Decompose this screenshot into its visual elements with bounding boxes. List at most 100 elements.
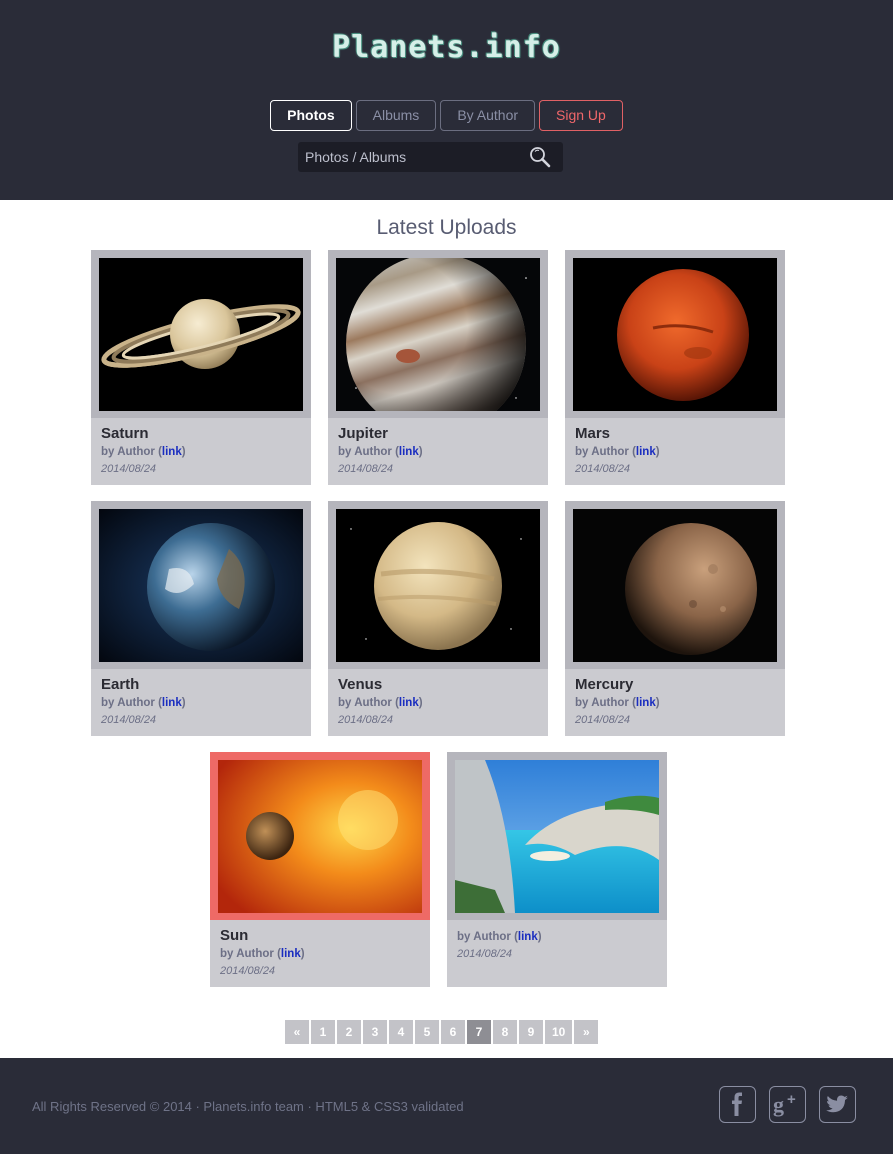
facebook-icon[interactable] <box>719 1086 756 1123</box>
google-plus-icon[interactable]: g + <box>769 1086 806 1123</box>
photo-frame <box>91 250 311 418</box>
photo-author: by Author (link) <box>338 446 423 458</box>
author-text[interactable]: by Author ( <box>457 931 518 943</box>
page-5-button[interactable]: 5 <box>415 1020 439 1044</box>
photo-title[interactable]: Sun <box>220 927 248 944</box>
search-box <box>298 142 563 172</box>
photo-frame <box>91 501 311 669</box>
photo-author: by Author (link) <box>220 948 305 960</box>
author-text[interactable]: by Author ( <box>220 948 281 960</box>
photo-date: 2014/08/24 <box>457 948 513 960</box>
author-text[interactable]: by Author ( <box>575 697 636 709</box>
photo-frame <box>210 752 430 920</box>
nav-by-author-button[interactable]: By Author <box>440 100 536 131</box>
author-link[interactable]: link <box>399 446 419 458</box>
photo-title[interactable]: Mercury <box>575 676 633 693</box>
nav-photos-button[interactable]: Photos <box>270 100 352 131</box>
author-link[interactable]: link <box>399 697 419 709</box>
photo-title[interactable]: Venus <box>338 676 382 693</box>
nav-albums-button[interactable]: Albums <box>355 100 437 131</box>
photo-date: 2014/08/24 <box>338 463 394 475</box>
author-suffix: ) <box>418 446 423 458</box>
photo-card-mercury[interactable]: Mercury by Author (link) 2014/08/24 <box>565 501 785 736</box>
photo-card-jupiter[interactable]: Jupiter by Author (link) 2014/08/24 <box>328 250 548 485</box>
photo-frame <box>565 250 785 418</box>
photo-frame <box>328 250 548 418</box>
photo-frame <box>328 501 548 669</box>
photo-author: by Author (link) <box>101 697 186 709</box>
author-link[interactable]: link <box>162 697 182 709</box>
photo-frame <box>447 752 667 920</box>
photo-card-saturn[interactable]: Saturn by Author (link) 2014/08/24 <box>91 250 311 485</box>
author-suffix: ) <box>418 697 423 709</box>
photo-author: by Author (link) <box>457 931 542 943</box>
photo-author: by Author (link) <box>338 697 423 709</box>
photo-date: 2014/08/24 <box>101 463 157 475</box>
photo-frame <box>565 501 785 669</box>
site-logo[interactable]: Planets.info <box>0 30 893 65</box>
author-link[interactable]: link <box>162 446 182 458</box>
photo-date: 2014/08/24 <box>220 965 276 977</box>
page-10-button[interactable]: 10 <box>545 1020 573 1044</box>
photo-card-mars[interactable]: Mars by Author (link) 2014/08/24 <box>565 250 785 485</box>
page-1-button[interactable]: 1 <box>311 1020 335 1044</box>
photo-author: by Author (link) <box>101 446 186 458</box>
photo-card-sun[interactable]: Sun by Author (link) 2014/08/24 <box>210 752 430 987</box>
author-link[interactable]: link <box>518 931 538 943</box>
photo-author: by Author (link) <box>575 446 660 458</box>
mars-image[interactable] <box>573 258 777 411</box>
saturn-image[interactable] <box>99 258 303 411</box>
mercury-image[interactable] <box>573 509 777 662</box>
author-suffix: ) <box>537 931 542 943</box>
site-header: Planets.info Photos Albums By Author Sig… <box>0 0 893 200</box>
author-link[interactable]: link <box>636 697 656 709</box>
photo-date: 2014/08/24 <box>575 714 631 726</box>
page-7-button-current[interactable]: 7 <box>467 1020 491 1044</box>
sun-image[interactable] <box>218 760 422 913</box>
page-title: Latest Uploads <box>376 216 517 239</box>
page-6-button[interactable]: 6 <box>441 1020 465 1044</box>
author-suffix: ) <box>655 697 660 709</box>
svg-text:g: g <box>773 1092 784 1117</box>
photo-title[interactable]: Saturn <box>101 425 149 442</box>
jupiter-image[interactable] <box>336 258 540 411</box>
author-text[interactable]: by Author ( <box>575 446 636 458</box>
author-text[interactable]: by Author ( <box>338 446 399 458</box>
svg-text:+: + <box>787 1091 796 1108</box>
search-input[interactable] <box>305 147 520 167</box>
author-link[interactable]: link <box>636 446 656 458</box>
page-prev-button[interactable]: « <box>285 1020 309 1044</box>
search-icon[interactable] <box>528 145 552 169</box>
beach-image[interactable] <box>455 760 659 913</box>
author-text[interactable]: by Author ( <box>101 697 162 709</box>
page-9-button[interactable]: 9 <box>519 1020 543 1044</box>
pagination: « 1 2 3 4 5 6 7 8 9 10 » <box>285 1020 600 1044</box>
photo-title[interactable]: Earth <box>101 676 139 693</box>
site-footer: All Rights Reserved © 2014 · Planets.inf… <box>0 1058 893 1154</box>
author-text[interactable]: by Author ( <box>338 697 399 709</box>
page-2-button[interactable]: 2 <box>337 1020 361 1044</box>
photo-author: by Author (link) <box>575 697 660 709</box>
page-next-button[interactable]: » <box>574 1020 599 1044</box>
photo-card-beach[interactable]: by Author (link) 2014/08/24 <box>447 752 667 987</box>
author-text[interactable]: by Author ( <box>101 446 162 458</box>
venus-image[interactable] <box>336 509 540 662</box>
photo-title[interactable]: Mars <box>575 425 610 442</box>
photo-date: 2014/08/24 <box>338 714 394 726</box>
author-suffix: ) <box>655 446 660 458</box>
copyright-text: All Rights Reserved © 2014 · Planets.inf… <box>32 1099 464 1114</box>
photo-date: 2014/08/24 <box>575 463 631 475</box>
photo-title[interactable]: Jupiter <box>338 425 388 442</box>
photo-card-earth[interactable]: Earth by Author (link) 2014/08/24 <box>91 501 311 736</box>
author-suffix: ) <box>181 446 186 458</box>
page-4-button[interactable]: 4 <box>389 1020 413 1044</box>
sign-up-button[interactable]: Sign Up <box>539 100 623 131</box>
page-8-button[interactable]: 8 <box>493 1020 517 1044</box>
earth-image[interactable] <box>99 509 303 662</box>
photo-date: 2014/08/24 <box>101 714 157 726</box>
page-3-button[interactable]: 3 <box>363 1020 387 1044</box>
twitter-icon[interactable] <box>819 1086 856 1123</box>
author-link[interactable]: link <box>281 948 301 960</box>
main-nav: Photos Albums By Author Sign Up <box>0 100 893 131</box>
photo-card-venus[interactable]: Venus by Author (link) 2014/08/24 <box>328 501 548 736</box>
